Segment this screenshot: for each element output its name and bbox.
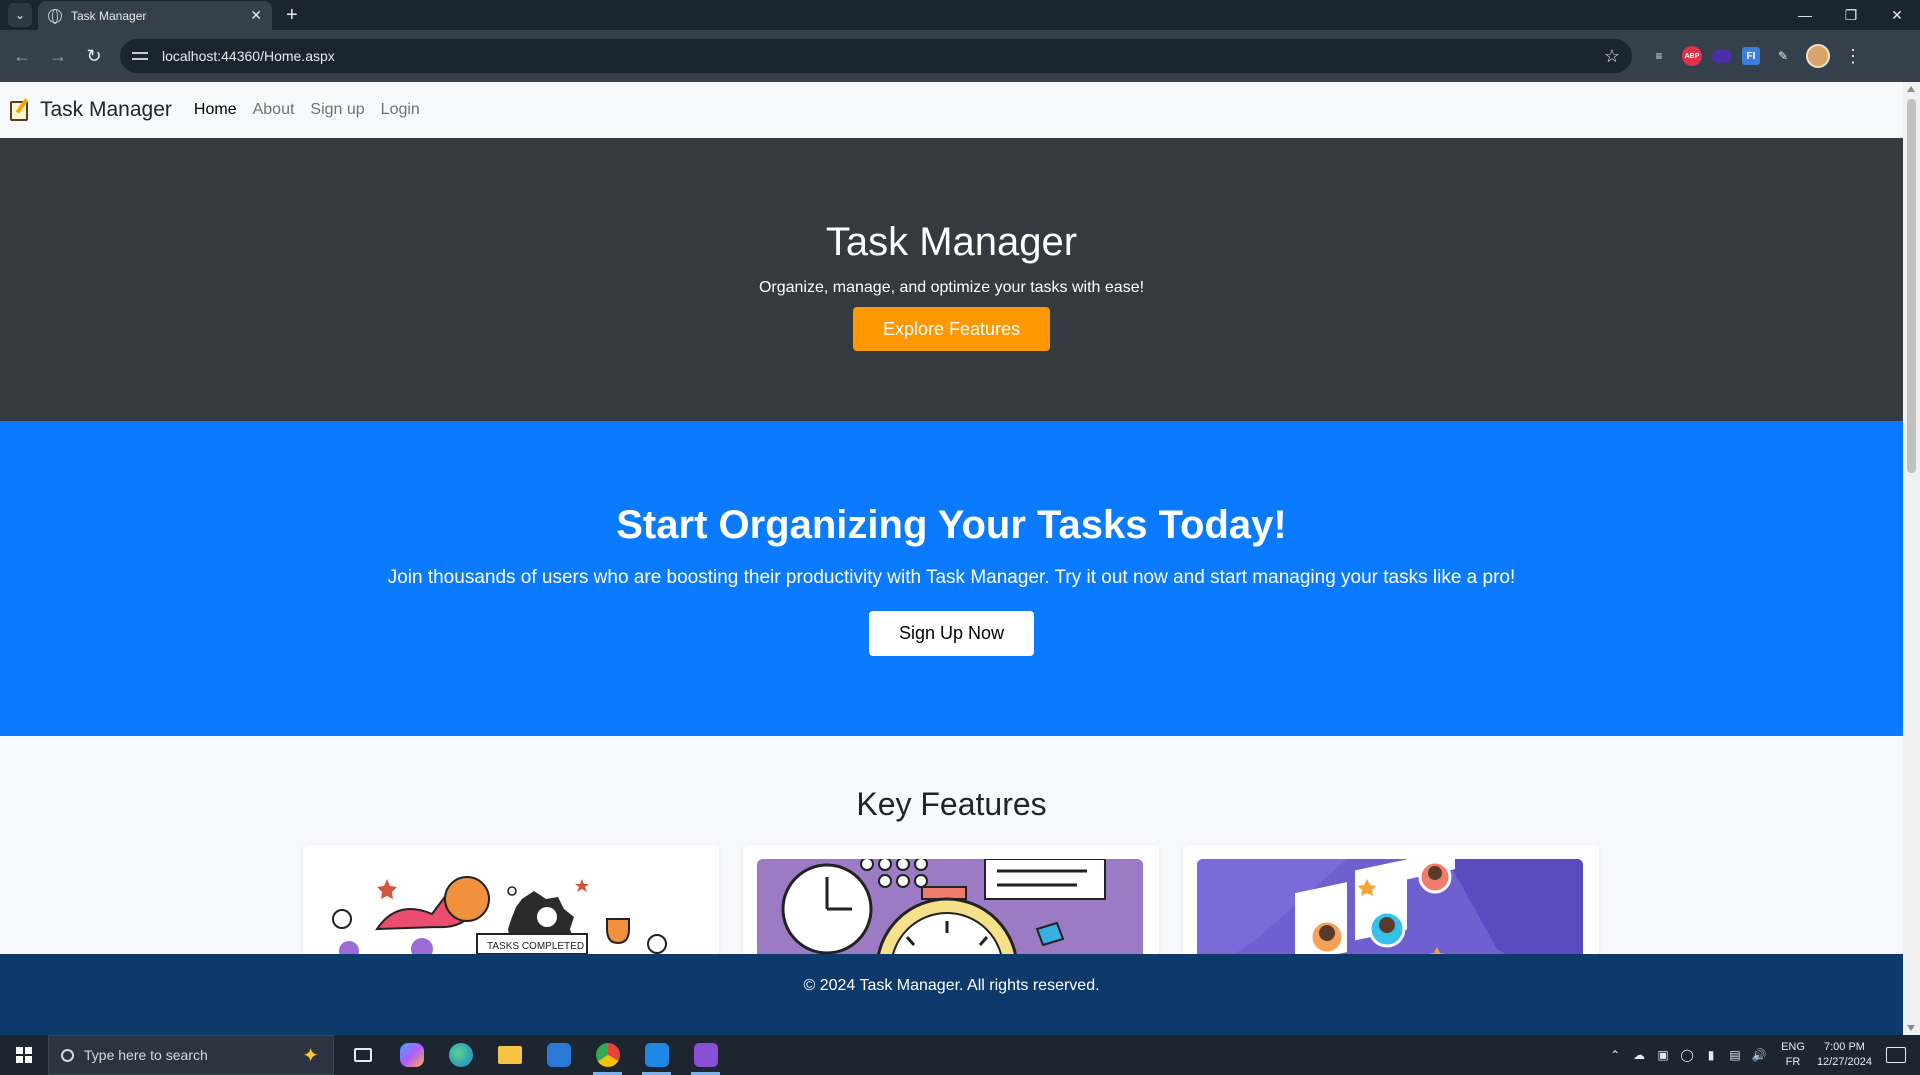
battery-icon[interactable]: ▮ — [1701, 1048, 1721, 1062]
brand[interactable]: Task Manager — [10, 98, 172, 122]
minimize-icon[interactable]: — — [1782, 0, 1828, 30]
start-button[interactable] — [0, 1035, 48, 1075]
copilot-sparkle-icon: ✦ — [302, 1044, 319, 1067]
visual-studio-icon — [693, 1043, 718, 1067]
scrollbar-thumb[interactable] — [1907, 99, 1916, 473]
restore-icon[interactable]: ❐ — [1828, 0, 1874, 30]
file-explorer-button[interactable] — [485, 1035, 534, 1075]
vscode-button[interactable] — [632, 1035, 681, 1075]
windows-logo-icon — [16, 1047, 32, 1063]
site-footer: © 2024 Task Manager. All rights reserved… — [0, 954, 1903, 1035]
web-page: Task Manager Home About Sign up Login Ta… — [0, 82, 1903, 1035]
nav-link-about[interactable]: About — [253, 101, 295, 119]
close-window-icon[interactable]: ✕ — [1874, 0, 1920, 30]
address-bar[interactable]: localhost:44360/Home.aspx ☆ — [120, 39, 1632, 73]
cta-text: Join thousands of users who are boosting… — [387, 567, 1516, 588]
hero-section: Task Manager Organize, manage, and optim… — [0, 138, 1903, 421]
puzzle-icon[interactable]: ✎ — [1770, 43, 1796, 69]
tab-close-icon[interactable]: ✕ — [250, 7, 262, 24]
show-hidden-icons-chevron-icon[interactable]: ⌃ — [1605, 1048, 1625, 1062]
taskbar-search-placeholder[interactable]: Type here to search — [84, 1047, 208, 1063]
scroll-down-arrow-icon[interactable] — [1907, 1025, 1915, 1031]
chrome-icon — [595, 1043, 620, 1067]
windows-taskbar: Type here to search ✦ ⌃ ☁ ▣ ◯ ▮ ▤ 🔊 ENG … — [0, 1035, 1920, 1075]
language-bottom: FR — [1785, 1056, 1801, 1068]
nav-links: Home About Sign up Login — [194, 101, 420, 119]
folder-icon — [497, 1046, 522, 1064]
globe-icon — [48, 8, 62, 24]
explore-features-button[interactable]: Explore Features — [853, 307, 1050, 351]
cta-title: Start Organizing Your Tasks Today! — [616, 503, 1287, 547]
nav-link-signup[interactable]: Sign up — [310, 101, 364, 119]
tab-title: Task Manager — [71, 8, 147, 23]
onedrive-icon[interactable]: ☁ — [1629, 1048, 1649, 1062]
bookmark-star-icon[interactable]: ☆ — [1604, 46, 1620, 67]
fi-extension-icon[interactable]: FI — [1742, 47, 1760, 65]
browser-toolbar: ← → ↻ localhost:44360/Home.aspx ☆ ≡ ABP … — [0, 30, 1920, 82]
tab-search-chevron-icon[interactable]: ⌄ — [8, 3, 32, 27]
brand-name[interactable]: Task Manager — [40, 98, 172, 122]
edge-button[interactable] — [436, 1035, 485, 1075]
vscode-icon — [644, 1043, 669, 1067]
taskbar-apps — [338, 1035, 730, 1075]
scroll-up-arrow-icon[interactable] — [1907, 86, 1915, 92]
translate-icon[interactable]: ≡ — [1646, 43, 1672, 69]
kebab-menu-icon[interactable]: ⋮ — [1840, 43, 1866, 69]
url-text[interactable]: localhost:44360/Home.aspx — [162, 48, 1604, 64]
edge-icon — [448, 1043, 473, 1067]
defender-icon[interactable]: ◯ — [1677, 1048, 1697, 1062]
adblock-plus-icon[interactable]: ABP — [1682, 46, 1702, 66]
meet-now-icon[interactable]: ▣ — [1653, 1048, 1673, 1062]
store-button[interactable] — [534, 1035, 583, 1075]
network-icon[interactable]: ▤ — [1725, 1048, 1745, 1062]
task-view-button[interactable] — [338, 1035, 387, 1075]
forward-arrow-icon[interactable]: → — [40, 38, 76, 74]
site-navbar: Task Manager Home About Sign up Login — [0, 82, 1903, 138]
hero-title: Task Manager — [825, 220, 1078, 264]
notepad-icon — [10, 98, 32, 122]
copilot-button[interactable] — [387, 1035, 436, 1075]
sign-up-now-button[interactable]: Sign Up Now — [869, 611, 1034, 656]
profile-avatar[interactable] — [1806, 44, 1830, 68]
page-scrollbar[interactable] — [1903, 82, 1920, 1035]
hero-subtitle: Organize, manage, and optimize your task… — [758, 279, 1145, 296]
chrome-button[interactable] — [583, 1035, 632, 1075]
copilot-icon — [399, 1043, 424, 1067]
features-title: Key Features — [856, 786, 1047, 822]
notification-center-icon[interactable] — [1886, 1047, 1906, 1063]
tasks-completed-caption: TASKS COMPLETED — [487, 941, 584, 952]
footer-copyright: © 2024 Task Manager. All rights reserved… — [803, 977, 1100, 994]
search-icon — [61, 1048, 74, 1062]
window-controls: — ❐ ✕ — [1782, 0, 1920, 30]
nav-link-login[interactable]: Login — [381, 101, 420, 119]
taskbar-search-box[interactable]: Type here to search ✦ — [48, 1035, 334, 1075]
nav-link-home[interactable]: Home — [194, 101, 237, 119]
browser-tab-strip: ⌄ Task Manager ✕ + — ❐ ✕ — [0, 0, 1920, 30]
back-arrow-icon[interactable]: ← — [4, 38, 40, 74]
clock-date: 12/27/2024 — [1816, 1056, 1872, 1068]
extension-bar: ≡ ABP FI ✎ ⋮ — [1646, 43, 1866, 69]
browser-tab[interactable]: Task Manager ✕ — [38, 1, 272, 30]
volume-icon[interactable]: 🔊 — [1749, 1048, 1769, 1062]
ocean-extension-icon[interactable] — [1712, 49, 1732, 63]
new-tab-button[interactable]: + — [286, 3, 298, 27]
system-tray: ⌃ ☁ ▣ ◯ ▮ ▤ 🔊 ENG FR 7:00 PM 12/27/2024 — [1603, 1035, 1920, 1075]
language-indicator[interactable]: ENG FR — [1781, 1040, 1805, 1070]
cta-section: Start Organizing Your Tasks Today! Join … — [0, 421, 1903, 736]
reload-icon[interactable]: ↻ — [76, 38, 112, 74]
store-icon — [546, 1043, 571, 1067]
task-view-icon — [353, 1048, 372, 1062]
clock-time: 7:00 PM — [1823, 1041, 1865, 1053]
taskbar-clock[interactable]: 7:00 PM 12/27/2024 — [1817, 1040, 1872, 1070]
language-top: ENG — [1781, 1041, 1805, 1053]
visual-studio-button[interactable] — [681, 1035, 730, 1075]
site-settings-icon[interactable] — [132, 49, 150, 63]
